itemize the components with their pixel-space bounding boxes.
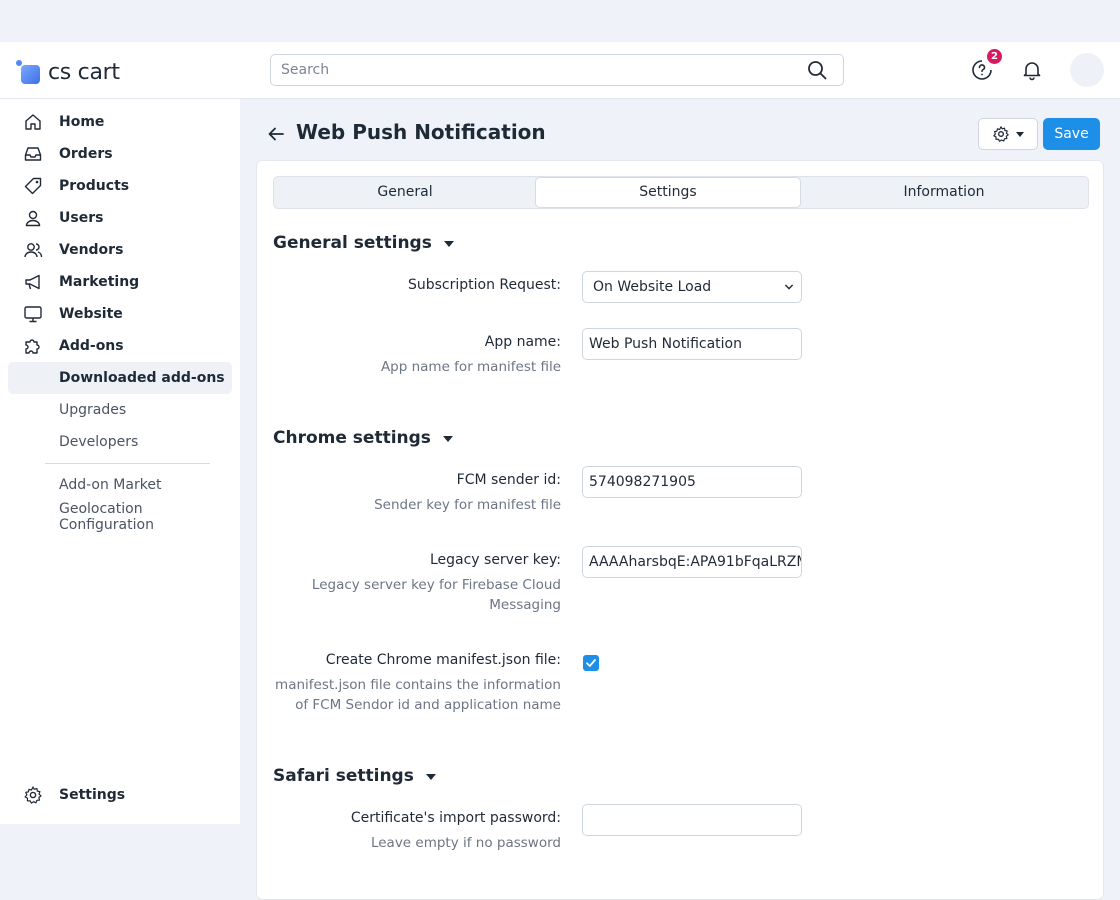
fcm-sender-id-hint: Sender key for manifest file — [374, 497, 561, 513]
help-badge: 2 — [987, 49, 1002, 64]
user-icon — [20, 205, 46, 231]
logo-mark — [16, 60, 42, 84]
settings-dropdown-button[interactable] — [978, 118, 1038, 150]
sidebar-item-home[interactable]: Home — [20, 106, 104, 138]
section-title: Chrome settings — [273, 428, 431, 448]
sidebar-item-label: Settings — [59, 787, 126, 803]
sidebar-item-orders[interactable]: Orders — [20, 138, 113, 170]
legacy-server-key-input[interactable]: AAAAharsbqE:APA91bFqaLRZM( — [582, 546, 802, 578]
home-icon — [20, 109, 46, 135]
back-arrow-icon[interactable] — [266, 124, 286, 144]
certificate-password-input[interactable] — [582, 804, 802, 836]
sidebar-item-label: Home — [59, 114, 105, 130]
chrome-manifest-label: Create Chrome manifest.json file: — [325, 652, 561, 668]
bell-icon — [1023, 62, 1041, 81]
sidebar-item-label: Orders — [59, 146, 113, 162]
sidebar-subitem-upgrades[interactable]: Upgrades — [59, 394, 126, 426]
megaphone-icon — [20, 269, 46, 295]
page-header: Web Push Notification Save — [256, 110, 1104, 158]
section-safari-settings[interactable]: Safari settings — [273, 766, 436, 786]
page-title: Web Push Notification — [296, 120, 546, 144]
avatar[interactable] — [1070, 53, 1104, 87]
section-title: Safari settings — [273, 766, 414, 786]
subscription-request-select[interactable]: On Website Load — [582, 271, 802, 303]
logo[interactable]: cs cart — [16, 58, 120, 86]
certificate-password-hint: Leave empty if no password — [370, 835, 561, 851]
subscription-request-label: Subscription Request: — [407, 277, 561, 293]
puzzle-icon — [20, 333, 46, 359]
legacy-server-key-label: Legacy server key: — [429, 552, 561, 568]
section-title: General settings — [273, 233, 432, 253]
sidebar-item-addons[interactable]: Add-ons — [20, 330, 124, 362]
sidebar-item-website[interactable]: Website — [20, 298, 123, 330]
sidebar-item-label: Website — [59, 306, 123, 322]
select-value: On Website Load — [593, 279, 712, 295]
sidebar-divider — [45, 463, 210, 464]
caret-down-icon — [425, 774, 436, 780]
monitor-icon — [20, 301, 46, 327]
gear-icon — [993, 126, 1009, 142]
search-box[interactable] — [270, 54, 844, 86]
caret-down-icon — [1016, 131, 1024, 137]
chevron-down-icon — [785, 284, 793, 290]
legacy-server-key-hint: Legacy server key for Firebase Cloud Mes… — [311, 577, 561, 613]
sidebar-item-label: Users — [59, 210, 104, 226]
caret-down-icon — [442, 436, 453, 442]
help-button[interactable]: 2 — [970, 49, 1002, 82]
sidebar-subitem-label: Downloaded add-ons — [59, 370, 225, 386]
fcm-sender-id-label: FCM sender id: — [456, 472, 561, 488]
section-general-settings[interactable]: General settings — [273, 233, 454, 253]
main-panel: General Settings Information General set… — [256, 160, 1104, 900]
chrome-manifest-checkbox[interactable] — [583, 655, 599, 671]
save-button[interactable]: Save — [1043, 118, 1100, 150]
sidebar-item-vendors[interactable]: Vendors — [20, 234, 123, 266]
chrome-manifest-hint: manifest.json file contains the informat… — [275, 677, 561, 713]
gear-icon — [20, 782, 46, 808]
inbox-icon — [20, 141, 46, 167]
section-chrome-settings[interactable]: Chrome settings — [273, 428, 453, 448]
sidebar-item-label: Products — [59, 178, 130, 194]
tag-icon — [20, 173, 46, 199]
sidebar-item-users[interactable]: Users — [20, 202, 103, 234]
tab-bar: General Settings Information — [273, 176, 1089, 209]
sidebar-item-label: Vendors — [59, 242, 124, 258]
app-name-label: App name: — [484, 334, 561, 350]
sidebar-subitem-developers[interactable]: Developers — [59, 426, 138, 458]
users-icon — [20, 237, 46, 263]
search-input[interactable] — [279, 61, 807, 79]
certificate-password-label: Certificate's import password: — [350, 810, 561, 826]
fcm-sender-id-input[interactable]: 574098271905 — [582, 466, 802, 498]
app-name-input[interactable]: Web Push Notification — [582, 328, 802, 360]
checkmark-icon — [586, 659, 596, 667]
notifications-button[interactable] — [1020, 58, 1044, 82]
sidebar-subitem-downloaded-addons[interactable]: Downloaded add-ons — [8, 362, 232, 394]
search-icon[interactable] — [807, 60, 827, 80]
tab-information[interactable]: Information — [800, 177, 1088, 208]
top-header: cs cart 2 — [0, 42, 1120, 99]
sidebar-item-label: Add-ons — [59, 338, 124, 354]
sidebar-item-marketing[interactable]: Marketing — [20, 266, 139, 298]
sidebar-item-products[interactable]: Products — [20, 170, 129, 202]
sidebar-item-label: Marketing — [59, 274, 140, 290]
logo-text: cs cart — [48, 59, 120, 85]
sidebar: Home Orders Products Users Vendors Marke… — [0, 99, 240, 824]
sidebar-subitem-geolocation[interactable]: Geolocation Configuration — [59, 501, 240, 533]
tab-settings[interactable]: Settings — [536, 178, 800, 207]
tab-general[interactable]: General — [274, 177, 536, 208]
sidebar-subitem-addon-market[interactable]: Add-on Market — [59, 469, 161, 501]
app-name-hint: App name for manifest file — [380, 359, 561, 375]
caret-down-icon — [443, 241, 454, 247]
sidebar-item-settings[interactable]: Settings — [20, 779, 125, 811]
